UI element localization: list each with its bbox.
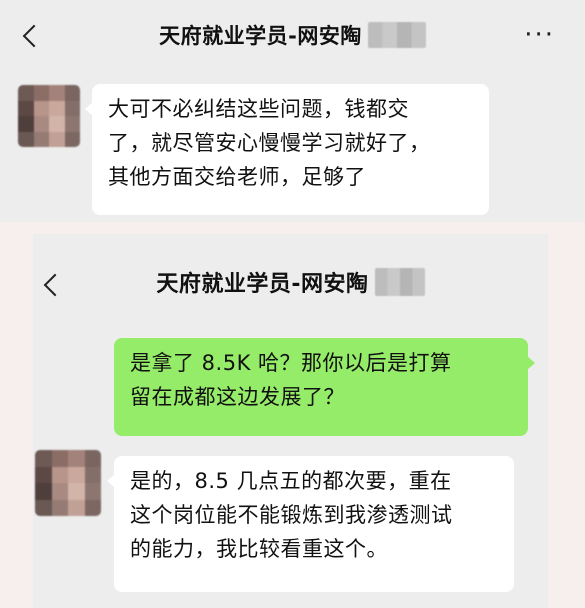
more-options-icon[interactable]: ···	[524, 22, 555, 48]
contact-avatar[interactable]	[18, 85, 80, 147]
chat-header: 天府就业学员-网安陶 ···	[0, 0, 585, 70]
message-line: 是拿了 8.5K 哈？那你以后是打算	[130, 351, 452, 375]
message-line: 留在成都这边发展了？	[130, 385, 345, 409]
contact-avatar[interactable]	[35, 450, 101, 516]
chat-screenshot-2: 天府就业学员-网安陶 是拿了 8.5K 哈？那你以后是打算 留在成都这边发展了？…	[33, 234, 548, 608]
chat-title: 天府就业学员-网安陶	[156, 272, 369, 297]
message-line: 的能力，我比较看重这个。	[130, 537, 388, 561]
message-line: 了，就尽管安心慢慢学习就好了，	[108, 131, 431, 155]
chat-screenshot-1: 天府就业学员-网安陶 ··· 大可不必纠结这些问题，钱都交 了，就尽管安心慢慢学…	[0, 0, 585, 222]
outgoing-message-bubble[interactable]: 是拿了 8.5K 哈？那你以后是打算 留在成都这边发展了？	[114, 338, 535, 436]
message-line: 大可不必纠结这些问题，钱都交	[108, 97, 409, 121]
chat-header: 天府就业学员-网安陶	[33, 234, 548, 330]
message-line: 其他方面交给老师，足够了	[108, 165, 366, 189]
back-arrow-icon[interactable]	[22, 24, 46, 48]
message-line: 是的，8.5 几点五的都次要，重在	[130, 469, 452, 493]
incoming-message-bubble[interactable]: 是的，8.5 几点五的都次要，重在 这个岗位能不能锻炼到我渗透测试 的能力，我比…	[107, 456, 514, 592]
redacted-name-blur	[367, 22, 426, 48]
redacted-name-blur	[374, 268, 425, 296]
incoming-message-bubble[interactable]: 大可不必纠结这些问题，钱都交 了，就尽管安心慢慢学习就好了， 其他方面交给老师，…	[85, 84, 489, 215]
message-line: 这个岗位能不能锻炼到我渗透测试	[130, 503, 453, 527]
back-arrow-icon[interactable]	[43, 273, 67, 297]
chat-title: 天府就业学员-网安陶	[159, 24, 362, 48]
